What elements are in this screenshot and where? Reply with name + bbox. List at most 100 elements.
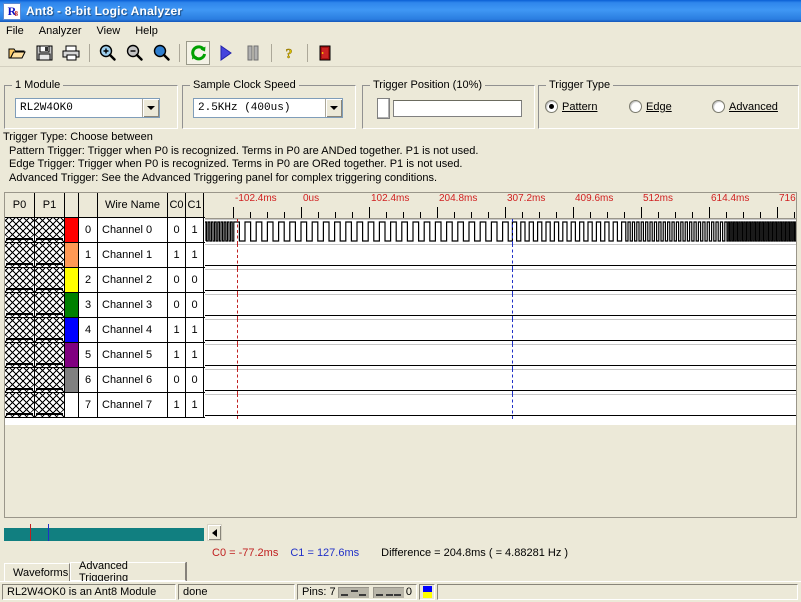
chevron-down-icon[interactable] xyxy=(142,99,159,117)
module-select[interactable]: RL2W4OK0 xyxy=(15,98,160,118)
overview-bar[interactable] xyxy=(4,524,204,541)
cursor-c1[interactable] xyxy=(512,294,513,319)
p1-pattern-cell[interactable] xyxy=(35,393,65,417)
cursor-c1[interactable] xyxy=(512,219,513,244)
time-ruler[interactable]: -102.4ms 0us 102.4ms 204.8ms 307.2ms 409.6ms 5… xyxy=(205,193,796,219)
channel-color-swatch[interactable] xyxy=(65,393,79,417)
zoom-out-icon[interactable] xyxy=(123,42,145,64)
waveform-row[interactable] xyxy=(205,394,796,419)
chevron-down-icon[interactable] xyxy=(325,99,342,117)
p0-pattern-cell[interactable] xyxy=(5,218,35,242)
p1-pattern-cell[interactable] xyxy=(35,268,65,292)
waveform-row[interactable] xyxy=(205,269,796,294)
waveform-row[interactable] xyxy=(205,369,796,394)
p0-pattern-cell[interactable] xyxy=(5,343,35,367)
waveform-row[interactable] xyxy=(205,294,796,319)
wire-name-cell[interactable]: Channel 2 xyxy=(98,268,168,292)
waveform-row[interactable] xyxy=(205,344,796,369)
clock-speed-select[interactable]: 2.5KHz (400us) xyxy=(193,98,343,118)
wire-name-cell[interactable]: Channel 5 xyxy=(98,343,168,367)
p1-pattern-cell[interactable] xyxy=(35,243,65,267)
channel-color-swatch[interactable] xyxy=(65,343,79,367)
tab-waveforms[interactable]: Waveforms xyxy=(4,563,70,581)
p1-pattern-cell[interactable] xyxy=(35,218,65,242)
wire-name-cell[interactable]: Channel 3 xyxy=(98,293,168,317)
scroll-left-button[interactable] xyxy=(207,524,222,541)
zoom-in-icon[interactable] xyxy=(96,42,118,64)
p0-pattern-cell[interactable] xyxy=(5,268,35,292)
p1-pattern-cell[interactable] xyxy=(35,368,65,392)
cursor-c1[interactable] xyxy=(512,319,513,344)
table-row[interactable]: 5 Channel 511 xyxy=(5,343,205,368)
help-icon[interactable]: ? xyxy=(278,42,300,64)
cursor-c1[interactable] xyxy=(512,394,513,419)
table-row[interactable]: 1 Channel 111 xyxy=(5,243,205,268)
cursor-c0[interactable] xyxy=(237,394,238,419)
wire-name-cell[interactable]: Channel 0 xyxy=(98,218,168,242)
table-row[interactable]: 0 Channel 001 xyxy=(5,218,205,243)
channel-color-swatch[interactable] xyxy=(65,368,79,392)
table-row[interactable]: 4 Channel 411 xyxy=(5,318,205,343)
refresh-icon[interactable] xyxy=(186,40,210,65)
p0-pattern-cell[interactable] xyxy=(5,318,35,342)
trigger-position-slider[interactable] xyxy=(377,98,522,119)
menu-item-help[interactable]: Help xyxy=(135,25,158,37)
menu-item-view[interactable]: View xyxy=(97,25,121,37)
exit-icon[interactable] xyxy=(314,42,336,64)
channel-color-swatch[interactable] xyxy=(65,218,79,242)
cursor-c0[interactable] xyxy=(237,319,238,344)
cursor-c1[interactable] xyxy=(512,244,513,269)
wire-name-cell[interactable]: Channel 7 xyxy=(98,393,168,417)
channel-color-swatch[interactable] xyxy=(65,318,79,342)
print-icon[interactable] xyxy=(60,42,82,64)
waveform-row[interactable] xyxy=(205,319,796,344)
save-icon[interactable] xyxy=(33,42,55,64)
table-row[interactable]: 7 Channel 711 xyxy=(5,393,205,418)
radio-pattern[interactable]: Pattern xyxy=(545,100,597,113)
p0-pattern-cell[interactable] xyxy=(5,293,35,317)
pause-icon[interactable] xyxy=(242,42,264,64)
p1-pattern-cell[interactable] xyxy=(35,318,65,342)
channel-color-swatch[interactable] xyxy=(65,268,79,292)
p0-pattern-cell[interactable] xyxy=(5,368,35,392)
wire-name-cell[interactable]: Channel 4 xyxy=(98,318,168,342)
zoom-fit-icon[interactable] xyxy=(150,42,172,64)
cursor-c0[interactable] xyxy=(237,294,238,319)
waveform-canvas[interactable] xyxy=(205,219,796,425)
p1-pattern-cell[interactable] xyxy=(35,343,65,367)
waveform-row[interactable] xyxy=(205,219,796,244)
table-row[interactable]: 6 Channel 600 xyxy=(5,368,205,393)
cursor-c0[interactable] xyxy=(237,219,238,244)
ruler-tick-label: -102.4ms xyxy=(235,193,277,204)
trigger-position-slider-thumb[interactable] xyxy=(377,98,390,119)
cursor-c1[interactable] xyxy=(512,369,513,394)
p1-pattern-cell[interactable] xyxy=(35,293,65,317)
cursor-c0[interactable] xyxy=(237,344,238,369)
wire-name-cell[interactable]: Channel 6 xyxy=(98,368,168,392)
ruler-minor-tick xyxy=(318,212,319,218)
cursor-c0[interactable] xyxy=(237,244,238,269)
trigger-position-slider-track[interactable] xyxy=(393,100,522,117)
waveform-row[interactable] xyxy=(205,244,796,269)
overview-scrollbar[interactable] xyxy=(4,524,222,542)
table-row[interactable]: 2 Channel 200 xyxy=(5,268,205,293)
channel-color-swatch[interactable] xyxy=(65,293,79,317)
run-icon[interactable] xyxy=(215,42,237,64)
open-icon[interactable] xyxy=(6,42,28,64)
cursor-c1[interactable] xyxy=(512,344,513,369)
channel-color-swatch[interactable] xyxy=(65,243,79,267)
cursor-c1[interactable] xyxy=(512,269,513,294)
cursor-c0[interactable] xyxy=(237,269,238,294)
radio-advanced[interactable]: Advanced xyxy=(712,100,778,113)
tab-advanced-triggering[interactable]: Advanced Triggering xyxy=(70,560,186,584)
table-row[interactable]: 3 Channel 300 xyxy=(5,293,205,318)
wire-name-cell[interactable]: Channel 1 xyxy=(98,243,168,267)
menu-item-analyzer[interactable]: Analyzer xyxy=(39,25,82,37)
p0-pattern-cell[interactable] xyxy=(5,243,35,267)
cursor-c0[interactable] xyxy=(237,369,238,394)
menu-item-file[interactable]: File xyxy=(6,25,24,37)
p0-pattern-cell[interactable] xyxy=(5,393,35,417)
radio-edge[interactable]: Edge xyxy=(629,100,672,113)
radio-dot-icon xyxy=(629,100,642,113)
c0-value-cell: 0 xyxy=(168,368,186,392)
